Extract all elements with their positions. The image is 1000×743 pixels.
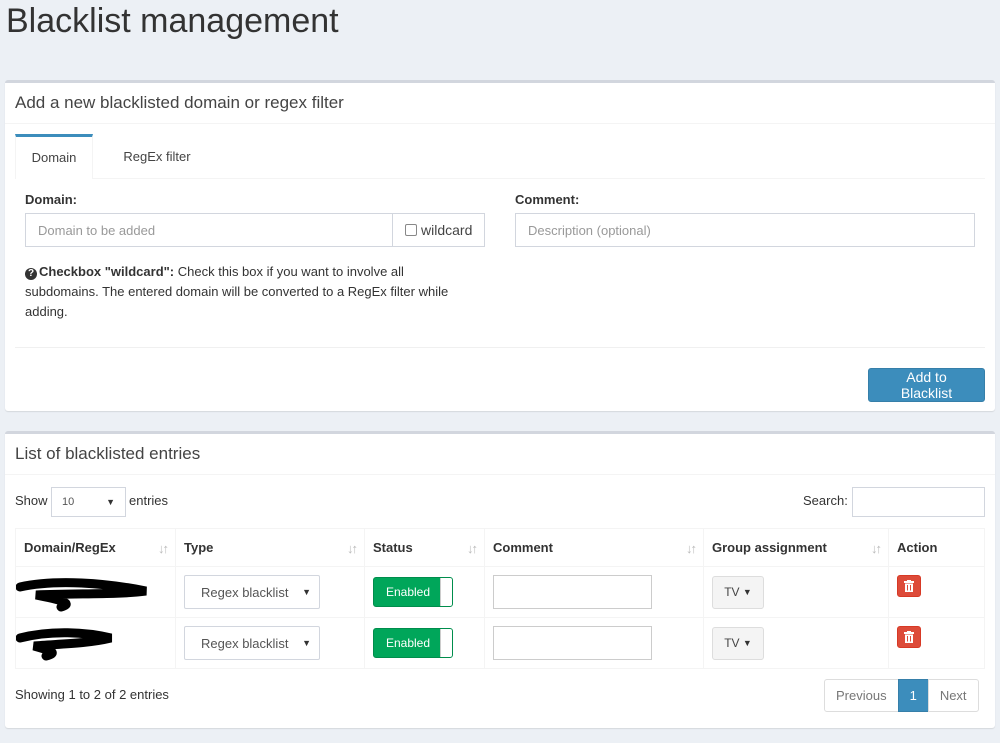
comment-input[interactable]	[515, 213, 975, 247]
domain-cell	[15, 617, 176, 669]
sort-icon: ↓↑	[871, 541, 882, 556]
add-box-title: Add a new blacklisted domain or regex fi…	[15, 93, 344, 112]
status-toggle[interactable]: Enabled	[373, 577, 453, 607]
redacted-scribble	[16, 578, 147, 612]
sort-icon: ↓↑	[467, 541, 478, 556]
form-divider	[15, 347, 985, 348]
pagination: Previous 1 Next	[824, 679, 979, 712]
caret-down-icon: ▼	[742, 587, 752, 597]
page-size-value: 10	[62, 496, 75, 508]
comment-cell	[484, 617, 704, 669]
group-cell: TV ▼	[703, 617, 889, 669]
type-cell: Regex blacklist ▼	[175, 566, 365, 618]
help-line-2: subdomains. The entered domain will be c…	[25, 284, 449, 299]
help-line-3: adding.	[25, 304, 68, 319]
comment-label: Comment:	[515, 192, 580, 207]
tab-domain[interactable]: Domain	[15, 134, 93, 179]
status-cell: Enabled	[364, 617, 485, 669]
row-comment-input[interactable]	[493, 575, 652, 609]
tab-regex-filter[interactable]: RegEx filter	[105, 134, 209, 179]
caret-down-icon: ▼	[302, 638, 311, 648]
column-header-comment[interactable]: Comment ↓↑	[484, 528, 704, 567]
column-header-domain[interactable]: Domain/RegEx ↓↑	[15, 528, 176, 567]
table-info: Showing 1 to 2 of 2 entries	[15, 687, 169, 702]
delete-button[interactable]	[897, 626, 921, 648]
action-cell	[888, 617, 985, 669]
add-blacklist-box: Add a new blacklisted domain or regex fi…	[5, 80, 995, 411]
column-header-group[interactable]: Group assignment ↓↑	[703, 528, 889, 567]
help-bold: Checkbox "wildcard":	[39, 264, 175, 279]
redacted-scribble	[16, 628, 113, 661]
question-circle-icon: ?	[25, 268, 37, 280]
search-label: Search:	[803, 493, 848, 508]
next-page-button[interactable]: Next	[927, 679, 979, 712]
tab-bar: Domain RegEx filter	[15, 134, 985, 179]
add-to-blacklist-button[interactable]: Add to Blacklist	[868, 368, 985, 402]
delete-button[interactable]	[897, 575, 921, 597]
status-value: Enabled	[385, 636, 431, 650]
action-cell	[888, 566, 985, 618]
add-box-header: Add a new blacklisted domain or regex fi…	[5, 83, 995, 124]
wildcard-label: wildcard	[421, 222, 473, 238]
domain-label: Domain:	[25, 192, 77, 207]
show-label: Show	[15, 493, 48, 508]
group-assignment-dropdown[interactable]: TV ▼	[712, 575, 764, 609]
row-comment-input[interactable]	[493, 626, 652, 660]
column-header-action: Action	[888, 528, 985, 567]
status-cell: Enabled	[364, 566, 485, 618]
caret-down-icon: ▼	[302, 587, 311, 597]
group-cell: TV ▼	[703, 566, 889, 618]
trash-icon	[904, 580, 914, 592]
table-row: Regex blacklist ▼ Enabled TV ▼	[15, 617, 985, 669]
previous-page-button[interactable]: Previous	[824, 679, 899, 712]
sort-icon: ↓↑	[158, 541, 169, 556]
status-toggle[interactable]: Enabled	[373, 628, 453, 658]
group-value: TV	[724, 636, 740, 650]
wildcard-help-text: ? Checkbox "wildcard": Check this box if …	[25, 262, 485, 322]
group-assignment-dropdown[interactable]: TV ▼	[712, 626, 764, 660]
column-header-status[interactable]: Status ↓↑	[364, 528, 485, 567]
toggle-handle	[440, 578, 452, 606]
wildcard-checkbox[interactable]	[405, 224, 417, 236]
page-1-button[interactable]: 1	[897, 679, 929, 712]
sort-icon: ↓↑	[347, 541, 358, 556]
blacklist-entries-box: List of blacklisted entries Show 10 ▼ en…	[5, 431, 995, 728]
group-value: TV	[724, 585, 740, 599]
list-box-title: List of blacklisted entries	[15, 444, 201, 463]
column-header-type[interactable]: Type ↓↑	[175, 528, 365, 567]
page-size-select[interactable]: 10 ▼	[51, 487, 126, 517]
entries-label: entries	[129, 493, 169, 508]
help-line-1: Check this box if you want to involve al…	[174, 264, 404, 279]
comment-cell	[484, 566, 704, 618]
status-value: Enabled	[385, 585, 431, 599]
caret-down-icon: ▼	[742, 638, 752, 648]
domain-input[interactable]	[25, 213, 393, 247]
sort-icon: ↓↑	[686, 541, 697, 556]
search-input[interactable]	[852, 487, 985, 517]
list-box-header: List of blacklisted entries	[5, 434, 995, 475]
wildcard-addon[interactable]: wildcard	[393, 213, 485, 247]
type-cell: Regex blacklist ▼	[175, 617, 365, 669]
domain-cell	[15, 566, 176, 618]
caret-down-icon: ▼	[106, 497, 115, 507]
type-value: Regex blacklist	[201, 584, 289, 600]
type-value: Regex blacklist	[201, 635, 289, 651]
blacklist-table: Domain/RegEx ↓↑ Type ↓↑ Status ↓↑ Comment ↓↑…	[15, 528, 985, 669]
toggle-handle	[440, 629, 452, 657]
type-select[interactable]: Regex blacklist ▼	[184, 626, 320, 660]
table-row: Regex blacklist ▼ Enabled TV ▼	[15, 566, 985, 618]
table-header-row: Domain/RegEx ↓↑ Type ↓↑ Status ↓↑ Comment ↓↑…	[15, 528, 985, 567]
trash-icon	[904, 631, 914, 643]
page-title: Blacklist management	[6, 2, 339, 40]
type-select[interactable]: Regex blacklist ▼	[184, 575, 320, 609]
